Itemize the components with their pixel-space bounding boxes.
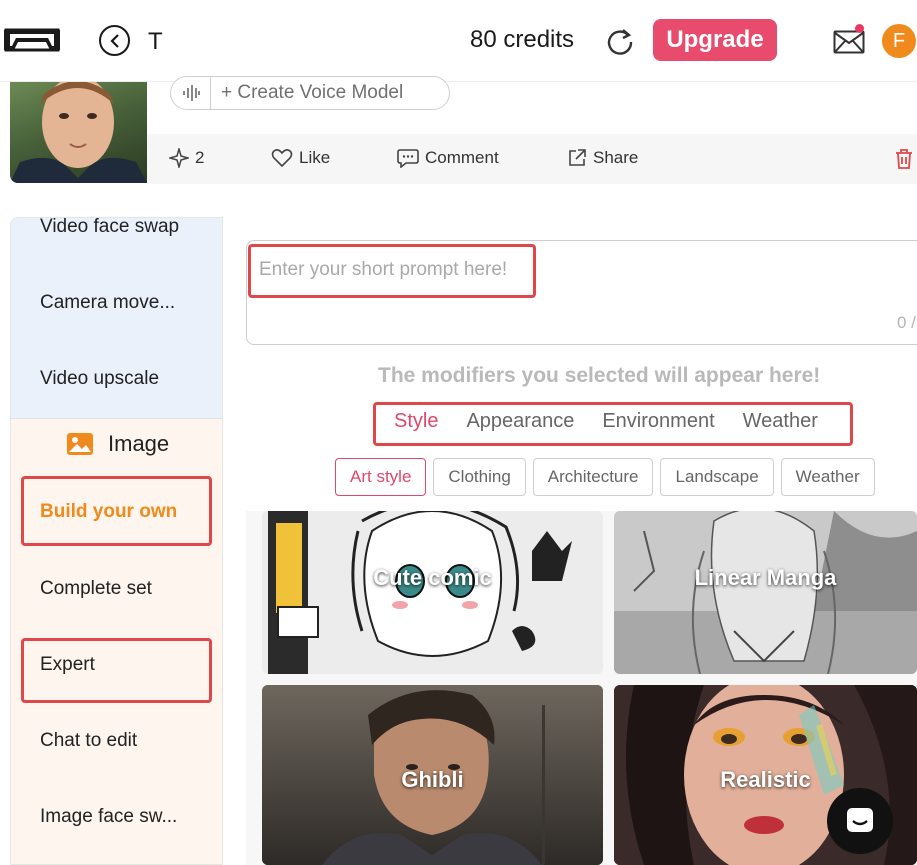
linear-manga-thumbnail [614, 511, 917, 674]
sidebar-item-build-your-own[interactable]: Build your own [40, 501, 177, 523]
style-label-cute-comic: Cute comic [373, 565, 492, 590]
share-icon [569, 149, 586, 166]
sidebar-item-expert[interactable]: Expert [40, 654, 95, 676]
image-section-header: Image [66, 431, 169, 457]
create-voice-model-button[interactable]: + Create Voice Model [170, 76, 450, 110]
share-label: Share [593, 148, 639, 167]
like-label: Like [299, 148, 331, 167]
sidebar-item-chat-to-edit[interactable]: Chat to edit [40, 730, 137, 752]
spark-count: 2 [195, 148, 205, 167]
waveform-icon [171, 77, 211, 109]
prompt-box: 0 / [246, 240, 917, 345]
notification-dot [855, 24, 864, 33]
person-portrait-image [10, 82, 147, 183]
top-bar: T 80 credits Upgrade F [0, 0, 917, 82]
chip-art-style[interactable]: Art style [335, 458, 427, 496]
chat-support-button[interactable] [827, 788, 893, 854]
chevron-left-icon [109, 33, 119, 48]
trash-icon[interactable] [894, 148, 914, 170]
profile-card: + Create Voice Model 2 Like Comment Shar… [10, 76, 917, 184]
logo-icon[interactable] [4, 28, 60, 52]
image-tools-section [11, 419, 222, 864]
sidebar-item-camera-move[interactable]: Camera move... [40, 292, 175, 314]
profile-photo [10, 82, 147, 183]
char-count: 0 / [897, 313, 916, 332]
refresh-icon[interactable] [604, 26, 636, 58]
tab-appearance[interactable]: Appearance [466, 408, 574, 442]
cute-comic-thumbnail [262, 511, 603, 674]
sparkle-icon [169, 148, 189, 168]
spark-action[interactable]: 2 [169, 148, 204, 168]
upgrade-button[interactable]: Upgrade [653, 19, 777, 61]
mail-icon[interactable] [833, 30, 865, 54]
page-title: T [148, 28, 163, 55]
back-button[interactable] [99, 25, 130, 56]
tab-environment[interactable]: Environment [602, 408, 714, 442]
style-label-linear-manga: Linear Manga [694, 565, 837, 590]
action-bar: 2 Like Comment Share [147, 134, 917, 184]
image-icon [67, 433, 93, 455]
sidebar: Video face swap Camera move... Video ups… [10, 217, 223, 865]
chat-bubble-icon [847, 808, 873, 832]
sidebar-item-video-upscale[interactable]: Video upscale [40, 368, 159, 390]
sidebar-item-image-face-swap[interactable]: Image face sw... [40, 806, 177, 828]
credits-counter: 80 credits [470, 26, 575, 53]
video-tools-section: Video face swap Camera move... Video ups… [11, 218, 222, 419]
share-button[interactable]: Share [567, 148, 638, 168]
sidebar-item-complete-set[interactable]: Complete set [40, 578, 152, 600]
style-card-ghibli[interactable]: Ghibli [262, 685, 603, 865]
modifier-tabs: Style Appearance Environment Weather [378, 408, 846, 446]
chip-architecture[interactable]: Architecture [532, 458, 654, 496]
chip-clothing[interactable]: Clothing [433, 458, 526, 496]
modifiers-hint: The modifiers you selected will appear h… [378, 364, 821, 387]
heart-icon [271, 149, 293, 168]
comment-button[interactable]: Comment [397, 148, 499, 168]
style-gallery: Cute comic Linear Manga Ghibli Realistic [246, 511, 917, 865]
chip-weather[interactable]: Weather [780, 458, 875, 496]
like-button[interactable]: Like [271, 148, 330, 168]
style-label-ghibli: Ghibli [401, 767, 464, 792]
tab-style[interactable]: Style [394, 408, 439, 446]
image-section-title: Image [108, 431, 170, 456]
comment-icon [397, 149, 419, 168]
tab-weather[interactable]: Weather [743, 408, 818, 442]
style-card-cute-comic[interactable]: Cute comic [262, 511, 603, 674]
chip-landscape[interactable]: Landscape [660, 458, 774, 496]
create-voice-model-label: + Create Voice Model [221, 82, 404, 103]
category-chips: Art style Clothing Architecture Landscap… [335, 458, 882, 496]
sidebar-item-video-face-swap[interactable]: Video face swap [40, 218, 179, 238]
prompt-input[interactable] [259, 255, 859, 285]
style-card-linear-manga[interactable]: Linear Manga [614, 511, 917, 674]
comment-label: Comment [425, 148, 499, 167]
avatar[interactable]: F [882, 24, 916, 58]
